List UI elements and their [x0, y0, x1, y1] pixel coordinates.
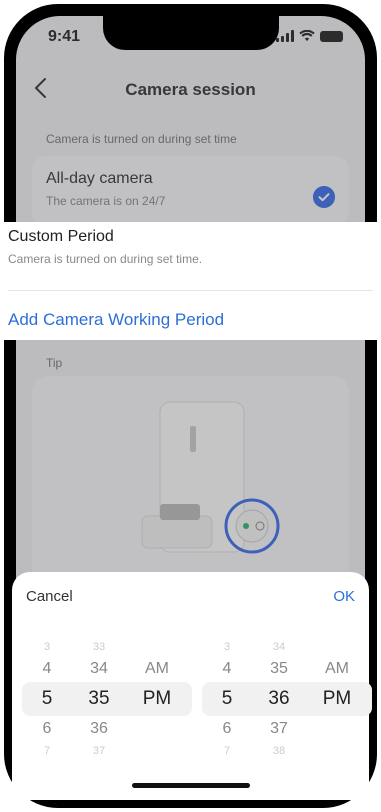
wheel-item: 33: [92, 641, 106, 653]
wheel-item: 7: [43, 745, 51, 757]
wheel-item: 6: [222, 720, 232, 737]
custom-period-panel: Custom Period Camera is turned on during…: [0, 222, 381, 340]
wheel-item: 36: [90, 720, 108, 737]
custom-period-subtitle: Camera is turned on during set time.: [8, 252, 203, 266]
wheel-item: 3: [223, 641, 231, 653]
add-working-period-link[interactable]: Add Camera Working Period: [8, 310, 224, 330]
notch: [102, 16, 279, 50]
section-label: Camera is turned on during set time: [46, 132, 237, 146]
wheel-item: AM: [145, 660, 169, 677]
wheel-item: 37: [92, 745, 106, 757]
wheel-item: 38: [272, 745, 286, 757]
allday-title: All-day camera: [46, 170, 153, 187]
time-picker-sheet: Cancel OK 3 4 5 6 7 33 34 35 36 37 AM PM…: [12, 572, 372, 800]
end-time-picker[interactable]: 3 4 5 6 7 34 35 36 37 38 AM PM: [202, 638, 372, 760]
wheel-item: 37: [270, 720, 288, 737]
check-icon: [313, 186, 335, 208]
wheel-item-selected: 36: [268, 688, 290, 709]
wheel-item: 7: [223, 745, 231, 757]
start-time-picker[interactable]: 3 4 5 6 7 33 34 35 36 37 AM PM: [22, 638, 192, 760]
wheel-item: [312, 638, 362, 656]
cancel-button[interactable]: Cancel: [26, 588, 73, 605]
wheel-item: 35: [270, 660, 288, 677]
wheel-item: [132, 742, 182, 760]
home-indicator: [131, 783, 250, 788]
wheel-item: 3: [43, 641, 51, 653]
allday-camera-option[interactable]: All-day camera The camera is on 24/7: [32, 156, 349, 226]
end-ampm-wheel[interactable]: AM PM: [312, 638, 362, 760]
start-ampm-wheel[interactable]: AM PM: [132, 638, 182, 760]
divider: [8, 290, 373, 291]
wheel-item: [132, 716, 182, 742]
end-hour-wheel[interactable]: 3 4 5 6 7: [202, 638, 252, 760]
wheel-item: [312, 742, 362, 760]
feeder-illustration: [141, 401, 280, 554]
custom-period-title[interactable]: Custom Period: [8, 228, 114, 246]
wheel-item-selected: 35: [88, 688, 110, 709]
wheel-item: 34: [272, 641, 286, 653]
start-minute-wheel[interactable]: 33 34 35 36 37: [74, 638, 124, 760]
wheel-item-selected: 5: [41, 688, 53, 709]
wheel-item: 34: [90, 660, 108, 677]
wheel-item: 4: [222, 660, 232, 677]
tip-label: Tip: [46, 356, 63, 370]
status-time: 9:41: [48, 28, 81, 45]
wifi-icon: [299, 30, 315, 41]
status-icons: [276, 30, 343, 42]
wheel-item: [312, 716, 362, 742]
wheel-item: AM: [325, 660, 349, 677]
wheel-item: 4: [42, 660, 52, 677]
wheel-item-selected: 5: [221, 688, 233, 709]
wheel-item-selected: PM: [142, 688, 172, 709]
page-title: Camera session: [125, 80, 256, 99]
signal-icon: [276, 30, 294, 42]
nav-bar: Camera session: [16, 72, 365, 112]
allday-subtitle: The camera is on 24/7: [46, 194, 166, 208]
wheel-item: [132, 638, 182, 656]
wheel-item-selected: PM: [322, 688, 352, 709]
wheel-item: 6: [42, 720, 52, 737]
battery-icon: [320, 30, 343, 42]
ok-button[interactable]: OK: [333, 588, 355, 605]
end-minute-wheel[interactable]: 34 35 36 37 38: [254, 638, 304, 760]
start-hour-wheel[interactable]: 3 4 5 6 7: [22, 638, 72, 760]
